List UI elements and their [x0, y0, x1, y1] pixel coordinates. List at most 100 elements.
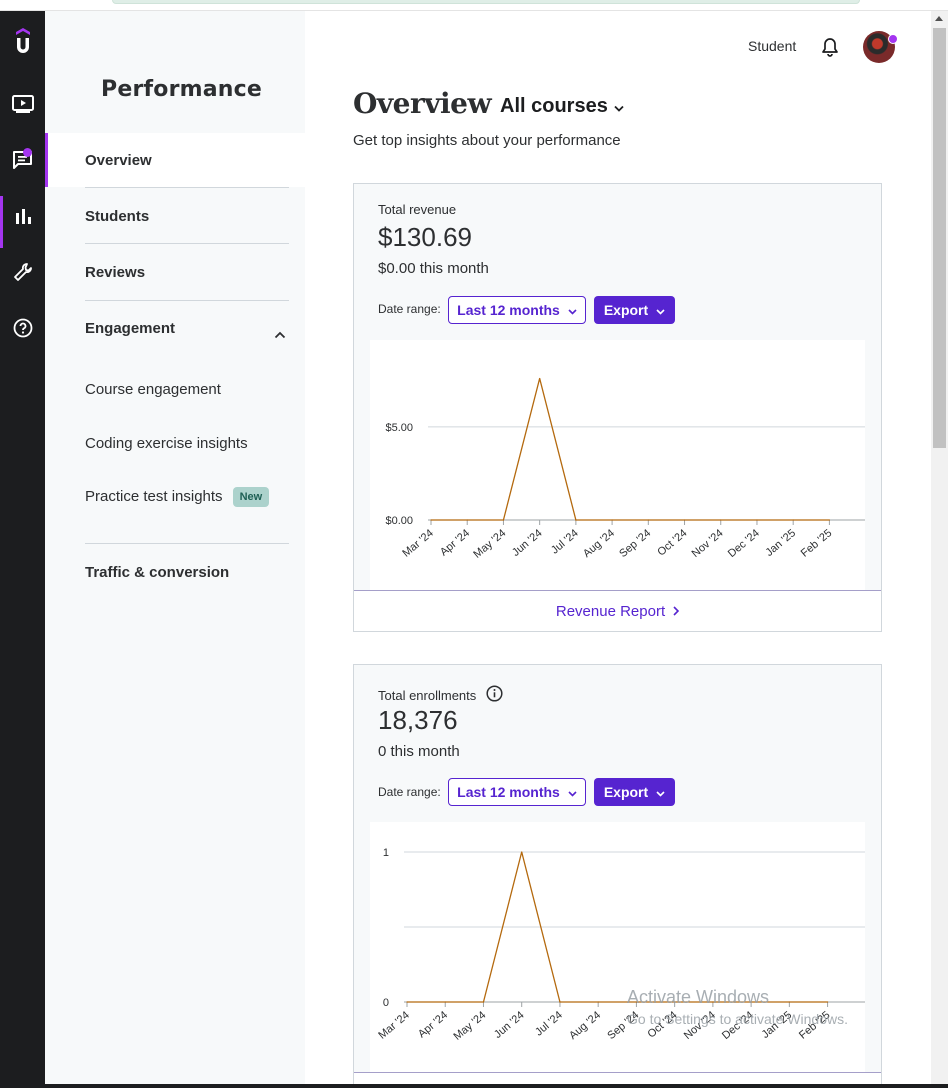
student-link[interactable]: Student — [748, 38, 796, 54]
sidebar-item-label: Engagement — [85, 319, 176, 337]
chevron-down-icon — [656, 302, 665, 318]
y-tick-label: $5.00 — [385, 422, 413, 434]
enrollments-chart: 0 1 Mar '24 Apr '24 May '24 Jun '24 Jul '24 Aug… — [370, 822, 865, 1072]
enrollments-line-chart: 0 1 Mar '24 Apr '24 May '24 Jun '24 Jul '24 Aug… — [376, 847, 865, 1043]
scroll-up-arrow-icon[interactable] — [935, 16, 943, 21]
data-point — [720, 519, 722, 521]
date-range-label: Date range: — [378, 302, 441, 316]
data-point — [466, 519, 468, 521]
date-range-select[interactable]: Last 12 months — [448, 296, 586, 324]
data-point — [575, 519, 577, 521]
data-point — [611, 519, 613, 521]
sidebar-item-reviews[interactable]: Reviews — [45, 245, 305, 299]
revenue-report-link[interactable]: Revenue Report — [354, 590, 881, 631]
data-point — [502, 519, 505, 521]
address-bar-edge — [112, 0, 860, 4]
messages-icon[interactable] — [0, 140, 45, 180]
main-content: Student Overview All courses Get top ins… — [305, 11, 931, 1084]
sidebar-subitem-coding-exercise-insights[interactable]: Coding exercise insights — [85, 435, 248, 452]
sidebar-item-students[interactable]: Students — [45, 189, 305, 243]
video-icon[interactable] — [0, 84, 45, 124]
help-icon[interactable] — [0, 308, 45, 348]
revenue-this-month: $0.00 this month — [378, 260, 489, 277]
sidebar-item-label: Reviews — [85, 263, 146, 281]
y-tick-label: $0.00 — [385, 515, 413, 527]
x-tick-label: Oct '24 — [655, 527, 689, 558]
revenue-value: $130.69 — [378, 222, 472, 252]
browser-top-strip — [0, 0, 948, 11]
bell-icon[interactable] — [821, 37, 839, 62]
sidebar-item-label: Students — [85, 207, 150, 225]
data-point — [539, 377, 541, 380]
data-point — [444, 1001, 446, 1003]
x-tick-label: Jun '24 — [492, 1009, 527, 1041]
x-tick-label: Jul '24 — [533, 1009, 565, 1038]
sidebar-subitem-practice-test-insights[interactable]: Practice test insights New — [85, 487, 270, 507]
divider — [85, 187, 289, 188]
data-point — [597, 1001, 599, 1003]
x-tick-label: Jul '24 — [549, 527, 581, 556]
divider — [85, 543, 289, 544]
data-point — [559, 1001, 561, 1003]
enrollments-value: 18,376 — [378, 705, 458, 735]
revenue-label: Total revenue — [378, 202, 457, 217]
sidebar-subitem-label: Practice test insights — [85, 487, 223, 505]
date-range-value: Last 12 months — [457, 784, 560, 800]
watermark-title: Activate Windows — [627, 987, 770, 1007]
chevron-up-icon[interactable] — [274, 326, 286, 344]
series-line — [431, 378, 830, 521]
data-point — [430, 519, 432, 521]
sidebar-item-traffic-conversion[interactable]: Traffic & conversion — [45, 545, 305, 599]
export-button[interactable]: Export — [594, 778, 675, 806]
avatar[interactable] — [863, 31, 898, 63]
revenue-line-chart: $0.00 $5.00 Mar '24 Apr '24 May '24 Jun '24 Ju… — [385, 377, 865, 561]
date-range-label: Date range: — [378, 785, 441, 799]
revenue-card: Total revenue $130.69 $0.00 this month D… — [353, 183, 882, 632]
sidebar-item-overview[interactable]: Overview — [45, 133, 305, 187]
data-point — [406, 1001, 408, 1003]
x-tick-label: Apr '24 — [438, 527, 472, 558]
data-point — [482, 1001, 485, 1003]
revenue-report-label: Revenue Report — [555, 602, 666, 620]
course-select[interactable]: All courses — [500, 95, 624, 118]
info-icon[interactable] — [486, 685, 503, 705]
sidebar-item-engagement[interactable]: Engagement — [45, 301, 305, 355]
watermark-subtitle: Go to Settings to activate Windows. — [627, 1011, 848, 1027]
x-tick-label: Nov '24 — [690, 527, 726, 560]
data-point — [826, 1001, 829, 1003]
export-label: Export — [603, 784, 649, 800]
revenue-chart: $0.00 $5.00 Mar '24 Apr '24 May '24 Jun '24 Ju… — [370, 340, 865, 590]
enrollments-card-footer — [354, 1072, 881, 1084]
notification-dot — [23, 148, 32, 157]
x-tick-label: Mar '24 — [376, 1009, 412, 1042]
data-point — [683, 519, 686, 521]
tools-icon[interactable] — [0, 252, 45, 292]
x-tick-label: Aug '24 — [581, 527, 617, 560]
y-tick-label: 1 — [383, 847, 389, 859]
x-tick-label: Apr '24 — [416, 1009, 450, 1040]
x-tick-label: May '24 — [451, 1009, 488, 1043]
new-badge: New — [232, 487, 270, 507]
scrollbar[interactable] — [931, 11, 948, 1084]
scrollbar-thumb[interactable] — [933, 28, 946, 448]
sidebar-subitem-course-engagement[interactable]: Course engagement — [85, 381, 221, 398]
divider — [85, 243, 289, 244]
notification-dot — [888, 34, 898, 44]
export-label: Export — [603, 302, 649, 318]
chevron-down-icon — [614, 95, 624, 118]
data-point — [788, 1001, 790, 1003]
x-tick-label: Dec '24 — [726, 527, 762, 560]
x-tick-label: May '24 — [471, 527, 508, 561]
x-tick-label: Mar '24 — [400, 527, 436, 560]
x-tick-label: Aug '24 — [567, 1009, 603, 1042]
icon-rail — [0, 11, 45, 1084]
course-select-value: All courses — [500, 95, 608, 117]
date-range-select[interactable]: Last 12 months — [448, 778, 586, 806]
page-title: Overview — [353, 87, 492, 120]
udemy-logo-icon[interactable] — [0, 22, 45, 62]
y-tick-label: 0 — [383, 997, 389, 1009]
data-point — [792, 519, 794, 521]
bar-chart-icon[interactable] — [0, 196, 45, 248]
data-point — [521, 851, 523, 853]
export-button[interactable]: Export — [594, 296, 675, 324]
